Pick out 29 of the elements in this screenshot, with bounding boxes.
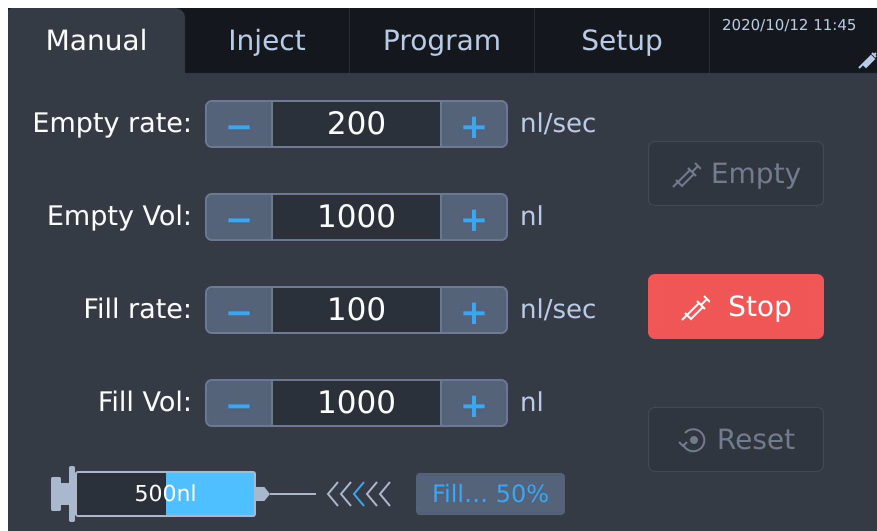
decrement-button[interactable]: −: [207, 381, 271, 425]
setting-label: Empty Vol:: [46, 200, 193, 234]
decrement-button[interactable]: −: [207, 288, 271, 332]
decrement-button[interactable]: −: [207, 102, 271, 146]
date-time: 2020/10/12 11:45: [722, 15, 856, 36]
value-field[interactable]: 1000: [271, 195, 442, 239]
value-field[interactable]: 100: [271, 288, 442, 332]
value-field[interactable]: 1000: [271, 381, 442, 425]
status-badge: Fill… 50%: [416, 473, 566, 515]
unit-label: nl/sec: [520, 108, 596, 140]
setting-label: Fill rate:: [82, 292, 193, 327]
decrement-button[interactable]: −: [207, 195, 271, 239]
plunger-cap: [51, 477, 61, 511]
action-button[interactable]: Stop: [648, 274, 824, 339]
tab[interactable]: Manual: [8, 8, 185, 73]
increment-button[interactable]: +: [442, 102, 506, 146]
needle: [270, 493, 316, 495]
tab[interactable]: Setup: [535, 8, 710, 73]
tab[interactable]: Inject: [185, 8, 350, 73]
setting-label: Empty rate:: [31, 106, 193, 141]
unit-label: nl/sec: [520, 294, 596, 326]
increment-button[interactable]: +: [442, 288, 506, 332]
increment-button[interactable]: +: [442, 381, 506, 425]
setting-label: Fill Vol:: [96, 386, 193, 420]
increment-button[interactable]: +: [442, 195, 506, 239]
value-field[interactable]: 200: [271, 102, 442, 146]
unit-label: nl: [520, 200, 544, 234]
tab[interactable]: Program: [350, 8, 535, 73]
unit-label: nl: [520, 386, 544, 420]
